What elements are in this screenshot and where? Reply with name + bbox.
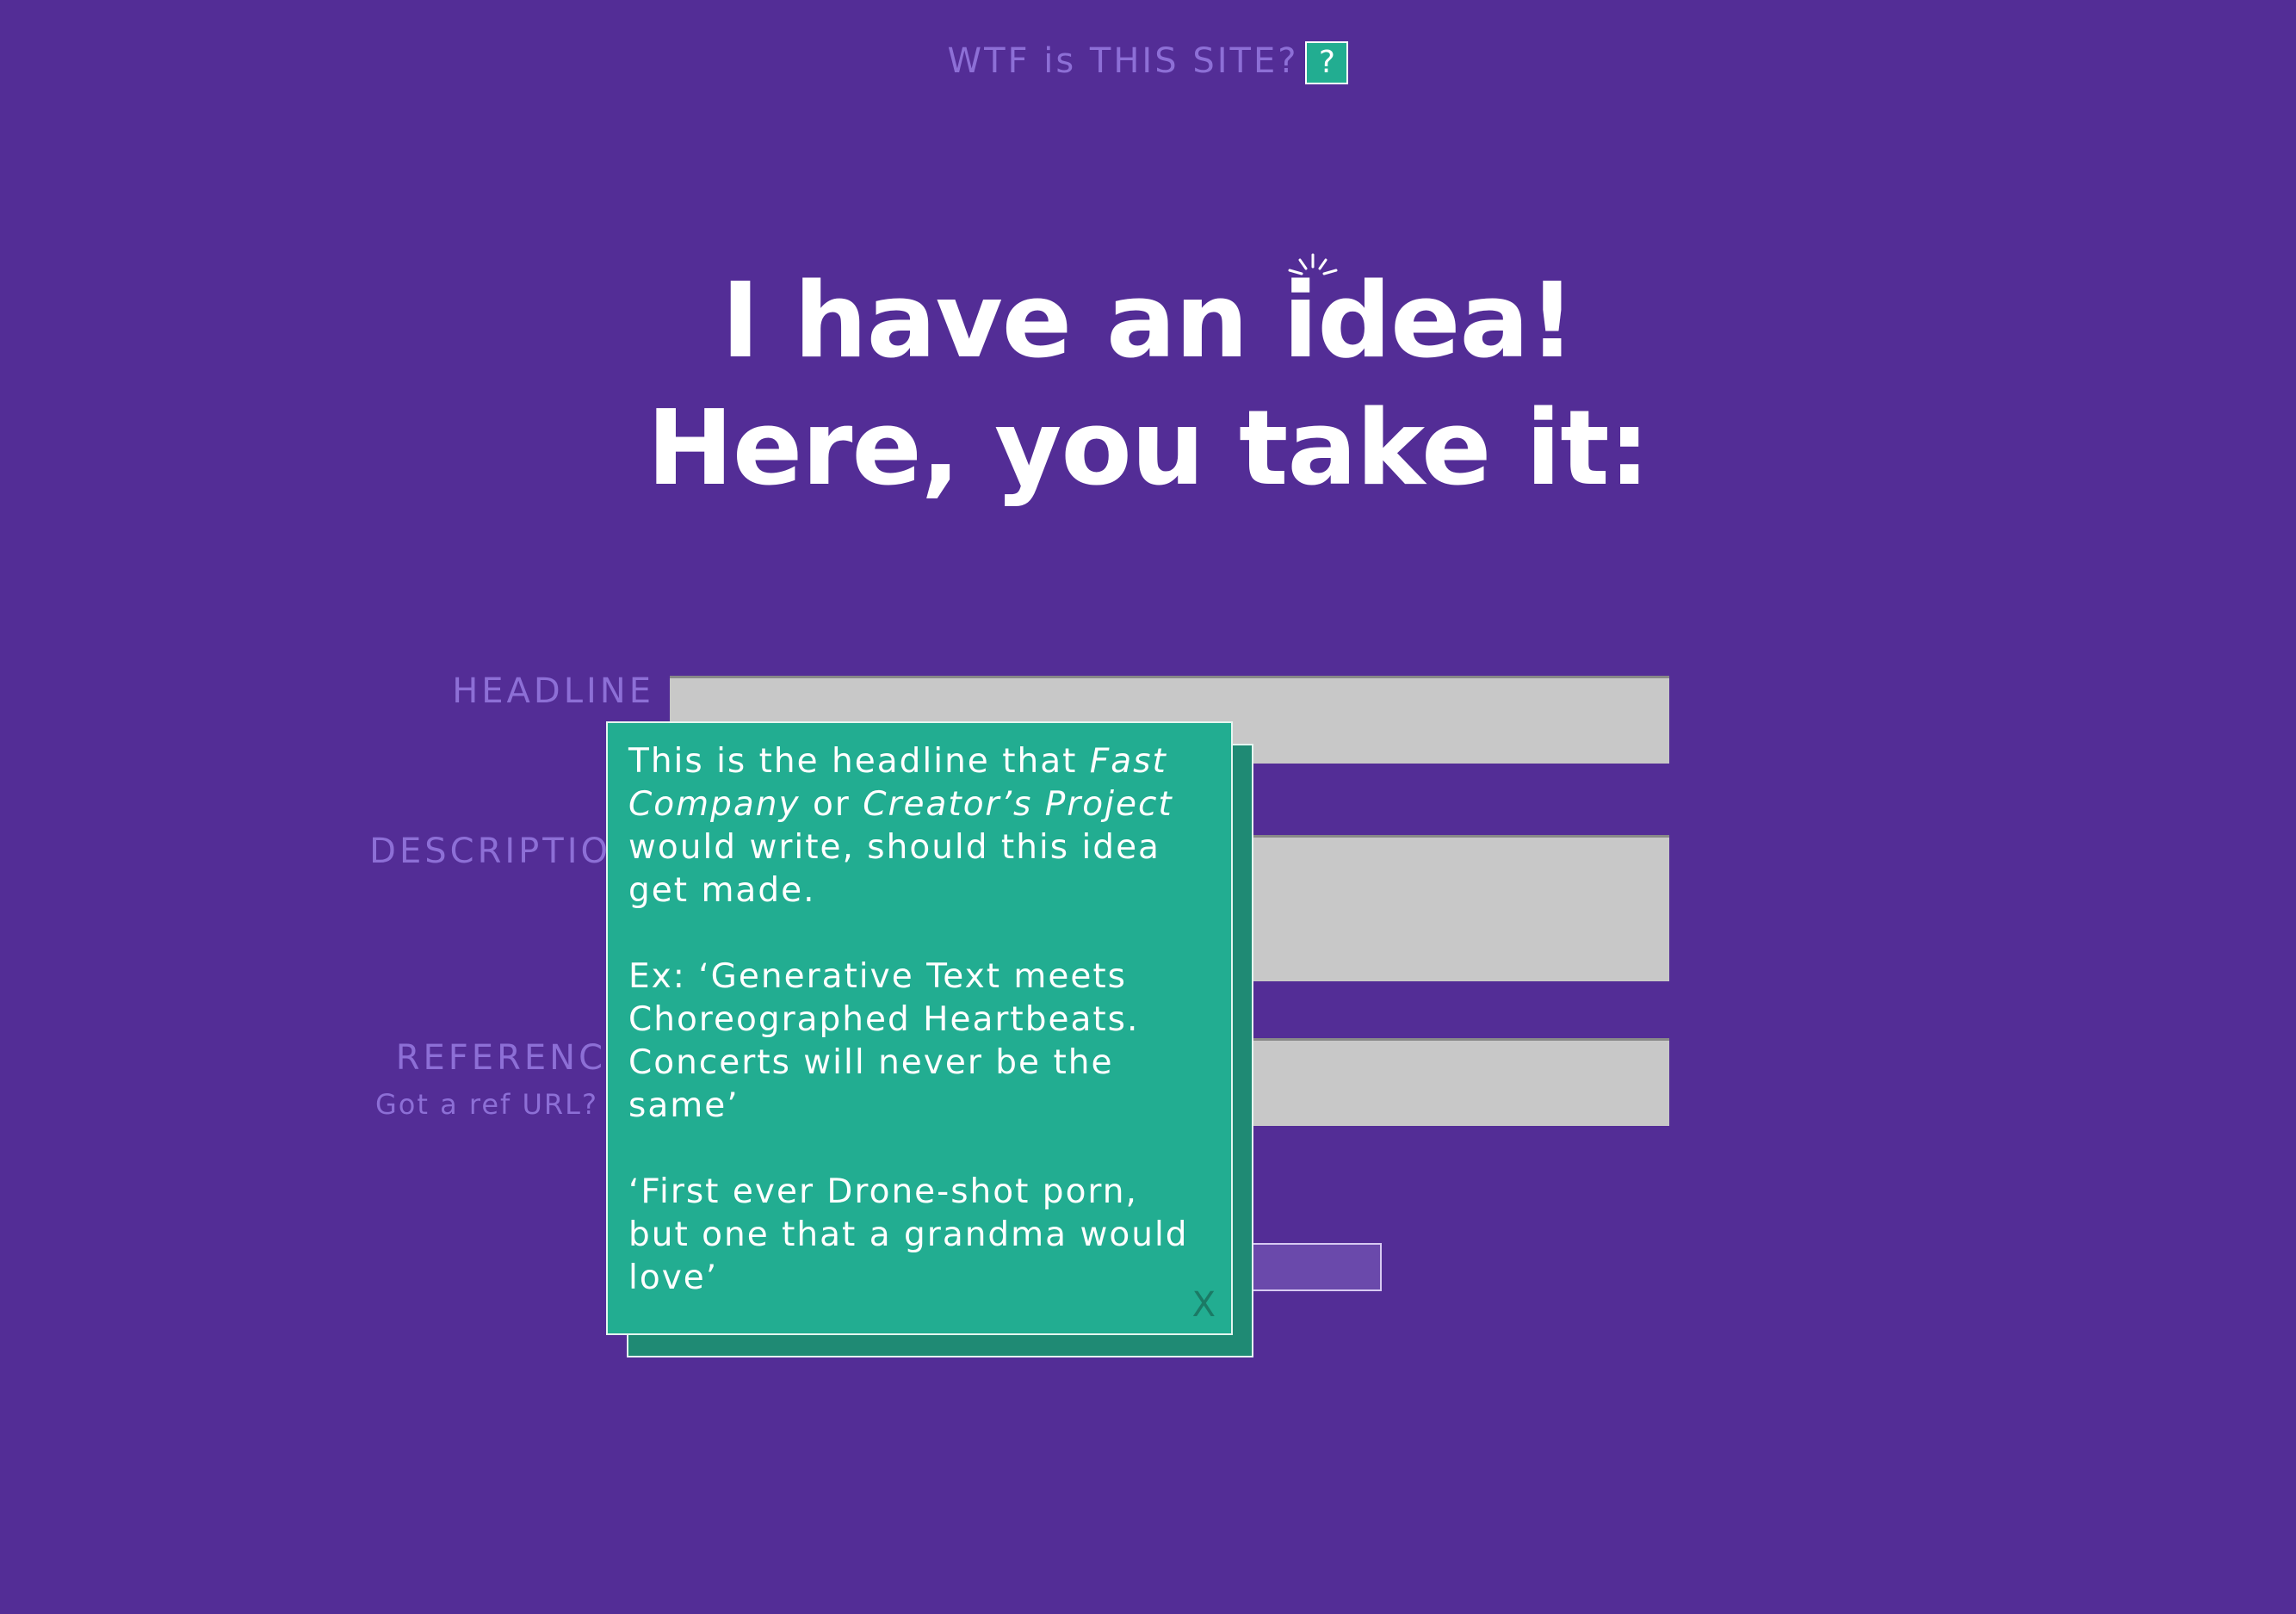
tooltip-paragraph-3: ‘First ever Drone-shot porn, but one tha…	[628, 1172, 1189, 1297]
description-label: DESCRIPTIO	[369, 832, 611, 871]
hero-idea-word-wrap: idea!	[1283, 253, 1575, 386]
site-info-text[interactable]: WTF is THIS SITE?	[948, 41, 1299, 81]
headline-label: HEADLINE	[452, 671, 654, 711]
tooltip-paragraph-2: Ex: ‘Generative Text meets Choreographed…	[628, 957, 1140, 1125]
reference-hint: Got a ref URL?	[375, 1088, 598, 1121]
top-bar: WTF is THIS SITE??	[0, 41, 2296, 84]
tooltip-close-button[interactable]: X	[1192, 1283, 1217, 1326]
tooltip-paragraph-1: This is the headline that Fast Company o…	[628, 740, 1210, 912]
tooltip-text: This is the headline that	[628, 742, 1090, 781]
hero-heading: I have an idea! Here, you take it:	[0, 253, 2296, 513]
tooltip-text: or	[800, 785, 863, 824]
hero-line-1: I have an idea!	[0, 253, 2296, 386]
tooltip-text: would write, should this idea get made.	[628, 828, 1160, 910]
lightbulb-spark-icon	[1288, 253, 1338, 275]
help-icon[interactable]: ?	[1305, 41, 1349, 84]
tooltip-emphasis: Creator’s Project	[863, 785, 1173, 824]
headline-tooltip: This is the headline that Fast Company o…	[606, 721, 1233, 1335]
hero-line-1-prefix: I have an	[721, 262, 1284, 381]
reference-label: REFERENC	[395, 1038, 606, 1078]
hero-line-2: Here, you take it:	[647, 389, 1649, 509]
